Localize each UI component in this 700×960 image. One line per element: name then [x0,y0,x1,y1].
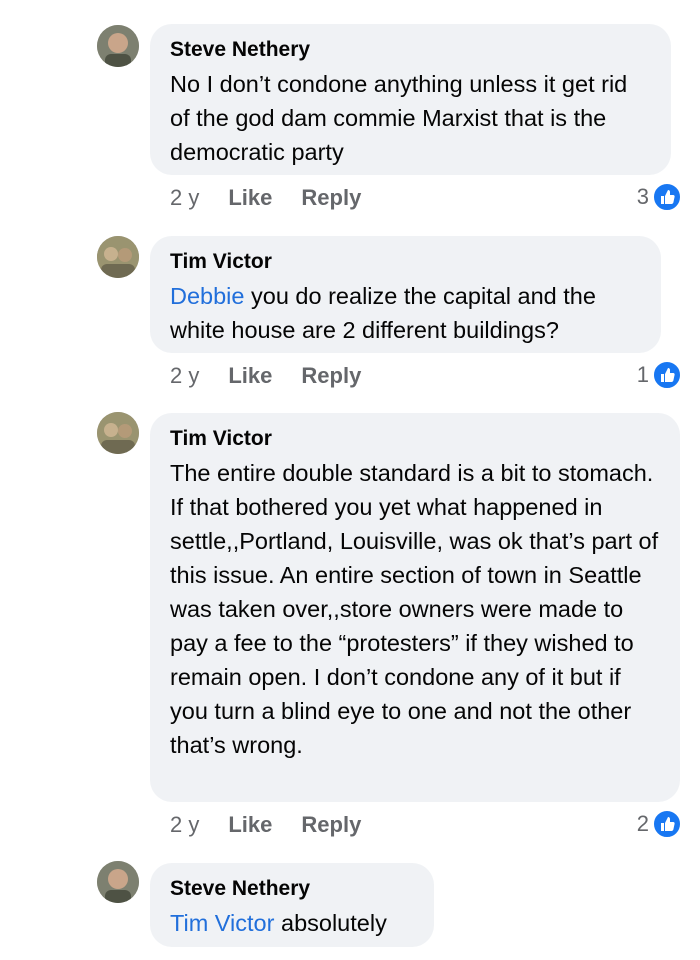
comment-bubble: Tim Victor The entire double standard is… [150,413,680,802]
reply-button[interactable]: Reply [301,811,361,839]
reaction-count: 2 [636,811,649,836]
comment-text: The entire double standard is a bit to s… [170,456,660,762]
comment-body: absolutely [274,910,387,936]
reply-button[interactable]: Reply [301,184,361,212]
comment-timestamp[interactable]: 2 y [170,362,199,390]
comment-text: No I don’t condone anything unless it ge… [170,67,651,169]
comment-bubble: Steve Nethery No I don’t condone anythin… [150,24,671,175]
avatar[interactable] [97,412,139,454]
like-icon [652,360,682,390]
comment-timestamp[interactable]: 2 y [170,184,199,212]
comment-thread: Steve Nethery No I don’t condone anythin… [0,0,700,960]
mention-link[interactable]: Tim Victor [170,910,274,936]
reaction-count: 3 [636,184,649,209]
comment-body: No I don’t condone anything unless it ge… [170,71,628,165]
comment-bubble: Steve Nethery Tim Victor absolutely [150,863,434,947]
mention-link[interactable]: Debbie [170,283,244,309]
comment-author[interactable]: Tim Victor [170,426,660,452]
reaction-summary[interactable]: 1 [637,360,682,390]
comment-body: The entire double standard is a bit to s… [170,460,659,758]
comment-author[interactable]: Steve Nethery [170,37,651,63]
like-icon [652,182,682,212]
comment-text: Debbie you do realize the capital and th… [170,279,641,347]
avatar[interactable] [97,25,139,67]
comment-text: Tim Victor absolutely [170,906,414,940]
comment-actions: 2 y Like Reply [170,811,390,839]
comment-author[interactable]: Tim Victor [170,249,641,275]
like-button[interactable]: Like [228,811,272,839]
avatar[interactable] [97,861,139,903]
like-button[interactable]: Like [228,184,272,212]
reaction-summary[interactable]: 3 [637,182,682,212]
like-button[interactable]: Like [228,362,272,390]
like-icon [652,809,682,839]
comment-timestamp[interactable]: 2 y [170,811,199,839]
comment-bubble: Tim Victor Debbie you do realize the cap… [150,236,661,353]
comment-actions: 2 y Like Reply [170,184,390,212]
reply-button[interactable]: Reply [301,362,361,390]
avatar[interactable] [97,236,139,278]
reaction-summary[interactable]: 2 [637,809,682,839]
reaction-count: 1 [636,362,649,387]
comment-author[interactable]: Steve Nethery [170,876,414,902]
comment-actions: 2 y Like Reply [170,362,390,390]
